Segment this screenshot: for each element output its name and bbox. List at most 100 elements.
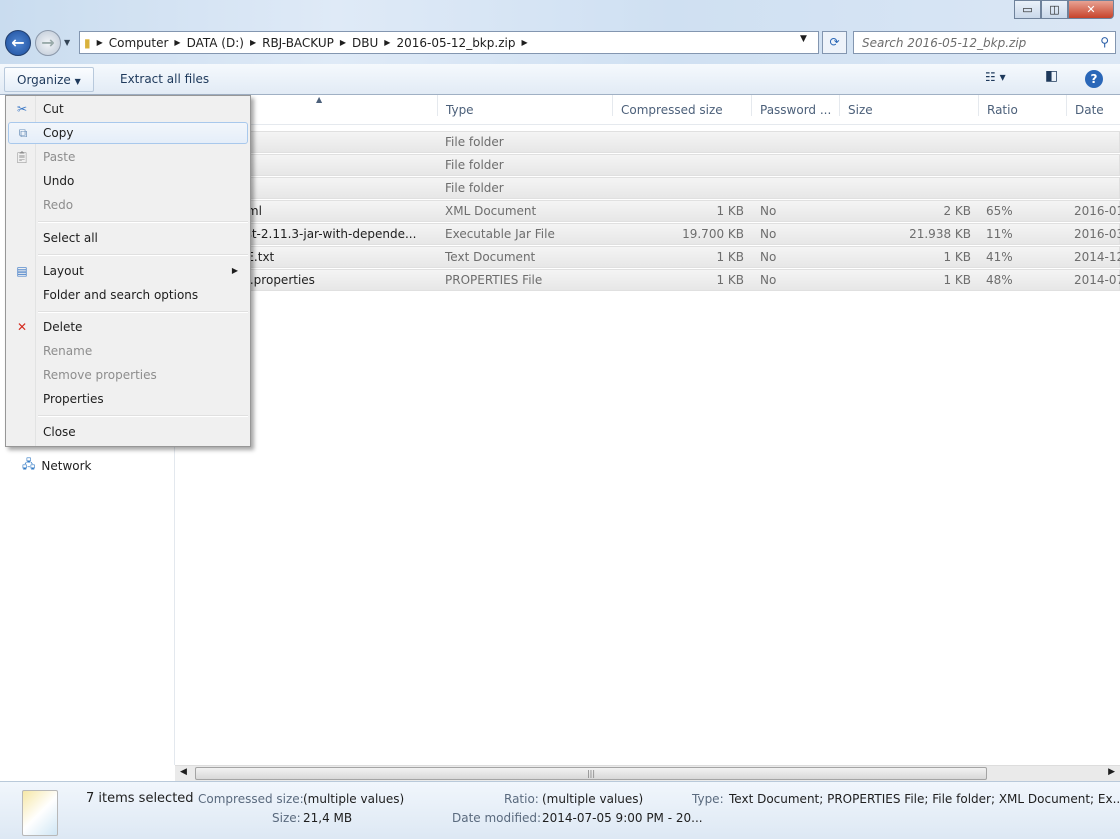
menu-delete-label: Delete (43, 320, 83, 334)
cell-type: File folder (445, 181, 504, 195)
file-row[interactable]: File folder (175, 131, 1120, 153)
maximize-button[interactable]: ◫ (1041, 0, 1068, 19)
cell-compressed: 1 KB (716, 250, 744, 264)
file-row[interactable]: .xmlXML Document1 KBNo2 KB65%2016-01 (175, 200, 1120, 222)
type-value: Text Document; PROPERTIES File; File fol… (729, 792, 1120, 806)
breadcrumb-arrow-icon: ▶ (96, 38, 103, 47)
menu-separator (38, 254, 248, 256)
breadcrumb-arrow-icon: ▶ (339, 38, 347, 47)
menu-paste[interactable]: 📋︎ Paste (8, 146, 248, 168)
cell-ratio: 11% (986, 227, 1013, 241)
menu-layout[interactable]: ▤ Layout ▶ (8, 260, 248, 282)
recent-pages-dropdown[interactable]: ▼ (64, 38, 70, 47)
search-input[interactable]: Search 2016-05-12_bkp.zip ⚲ (853, 31, 1116, 54)
file-row[interactable]: File folder (175, 154, 1120, 176)
details-pane: 7 items selected Compressed size: (multi… (0, 781, 1120, 839)
network-icon: 🖧 (22, 457, 36, 471)
ratio-value: (multiple values) (542, 792, 644, 806)
help-icon[interactable]: ? (1085, 70, 1103, 88)
file-row[interactable]: ME.txt Text Document 1 KB No 1 KB 41% 2014-12 (175, 246, 1120, 268)
address-dropdown-icon[interactable]: ▼ (800, 34, 807, 44)
menu-rename[interactable]: Rename (8, 340, 248, 362)
preview-pane-icon[interactable]: ◧ (1045, 68, 1058, 84)
size-label: Size: (272, 811, 301, 825)
address-bar[interactable]: ▮ ▶ Computer ▶ DATA (D:) ▶ RBJ-BACKUP ▶ DBU… (79, 31, 819, 54)
breadcrumb-data-drive[interactable]: DATA (D:) (187, 36, 244, 50)
cell-type: PROPERTIES File (445, 273, 543, 287)
zip-folder-icon: ▮ (84, 35, 91, 50)
menu-close[interactable]: Close (8, 421, 248, 443)
menu-cut[interactable]: ✂ Cut (8, 98, 248, 120)
file-list: ▲ Type Compressed size Password ... Size… (175, 95, 1120, 765)
type-label: Type: (692, 792, 724, 806)
menu-redo[interactable]: Redo (8, 194, 248, 216)
close-button[interactable]: ✕ (1068, 0, 1114, 19)
menu-paste-label: Paste (43, 150, 76, 164)
menu-cut-label: Cut (43, 102, 64, 116)
cell-password: No (760, 204, 777, 218)
menu-undo[interactable]: Undo (8, 170, 248, 192)
cell-size: 21.938 KB (909, 227, 971, 241)
column-password[interactable]: Password ... (751, 95, 839, 117)
chevron-down-icon: ▼ (74, 77, 81, 86)
date-modified-label: Date modified: (452, 811, 542, 825)
cell-date: 2014-12 (1074, 250, 1120, 264)
menu-properties[interactable]: Properties (8, 388, 248, 410)
cell-type: Executable Jar File (445, 227, 555, 241)
column-date-modified[interactable]: Date mo (1066, 95, 1120, 116)
cell-type: File folder (445, 158, 504, 172)
back-button[interactable]: ← (5, 30, 31, 56)
forward-button[interactable]: → (35, 30, 61, 56)
cell-password: No (760, 273, 777, 287)
cell-password: No (760, 227, 777, 241)
cell-type: XML Document (445, 204, 537, 218)
menu-delete[interactable]: ✕ Delete (8, 316, 248, 338)
organize-button[interactable]: Organize ▼ (4, 67, 94, 92)
column-ratio[interactable]: Ratio (978, 95, 1066, 117)
menu-separator (38, 415, 248, 417)
column-header: ▲ Type Compressed size Password ... Size… (175, 95, 1120, 125)
scroll-left-icon[interactable]: ◀ (180, 767, 187, 777)
file-row[interactable]: sist-2.11.3-jar-with-depende... Executabl… (175, 223, 1120, 245)
breadcrumb-zip[interactable]: 2016-05-12_bkp.zip (396, 36, 515, 50)
cell-compressed: 1 KB (716, 204, 744, 218)
scroll-right-icon[interactable]: ▶ (1108, 767, 1115, 777)
minimize-button[interactable]: ▭ (1014, 0, 1041, 19)
refresh-button[interactable]: ⟳ (822, 31, 847, 54)
extract-all-button[interactable]: Extract all files (108, 67, 221, 92)
cell-date: 2014-07 (1074, 273, 1120, 287)
horizontal-scrollbar[interactable]: ◀ ||| ▶ (175, 765, 1120, 781)
menu-select-all[interactable]: Select all (8, 227, 248, 249)
delete-x-icon: ✕ (16, 320, 28, 334)
compressed-size-label: Compressed size: (198, 792, 304, 806)
file-row[interactable]: File folder (175, 177, 1120, 199)
breadcrumb-arrow-icon: ▶ (174, 38, 181, 47)
breadcrumb-computer[interactable]: Computer (109, 36, 169, 50)
menu-separator (38, 311, 248, 313)
menu-separator (38, 221, 248, 223)
multiple-files-icon (22, 790, 58, 836)
compressed-size-value: (multiple values) (303, 792, 405, 806)
size-value: 21,4 MB (303, 811, 353, 825)
views-icon[interactable]: ☷ ▾ (985, 70, 1006, 84)
cell-type: File folder (445, 135, 504, 149)
nav-network[interactable]: 🖧 Network (22, 455, 92, 476)
column-size[interactable]: Size (839, 95, 978, 117)
cell-date: 2016-03 (1074, 227, 1120, 241)
menu-remove-properties[interactable]: Remove properties (8, 364, 248, 386)
cell-compressed: 19.700 KB (682, 227, 744, 241)
breadcrumb-dbu[interactable]: DBU (352, 36, 378, 50)
file-row[interactable]: gs.properties PROPERTIES File 1 KB No 1 KB 48… (175, 269, 1120, 291)
cell-date: 2016-01 (1074, 204, 1120, 218)
search-icon[interactable]: ⚲ (1100, 35, 1109, 49)
breadcrumb-rbj-backup[interactable]: RBJ-BACKUP (262, 36, 334, 50)
cell-size: 1 KB (943, 273, 971, 287)
column-type[interactable]: Type (437, 95, 612, 117)
menu-copy[interactable]: ⧉ Copy (8, 122, 248, 144)
cell-name: sist-2.11.3-jar-with-depende... (236, 227, 417, 241)
menu-folder-options[interactable]: Folder and search options (8, 284, 248, 306)
column-compressed-size[interactable]: Compressed size (612, 95, 751, 117)
cell-password: No (760, 250, 777, 264)
paste-icon: 📋︎ (14, 150, 30, 164)
scrollbar-thumb[interactable]: ||| (195, 767, 987, 780)
